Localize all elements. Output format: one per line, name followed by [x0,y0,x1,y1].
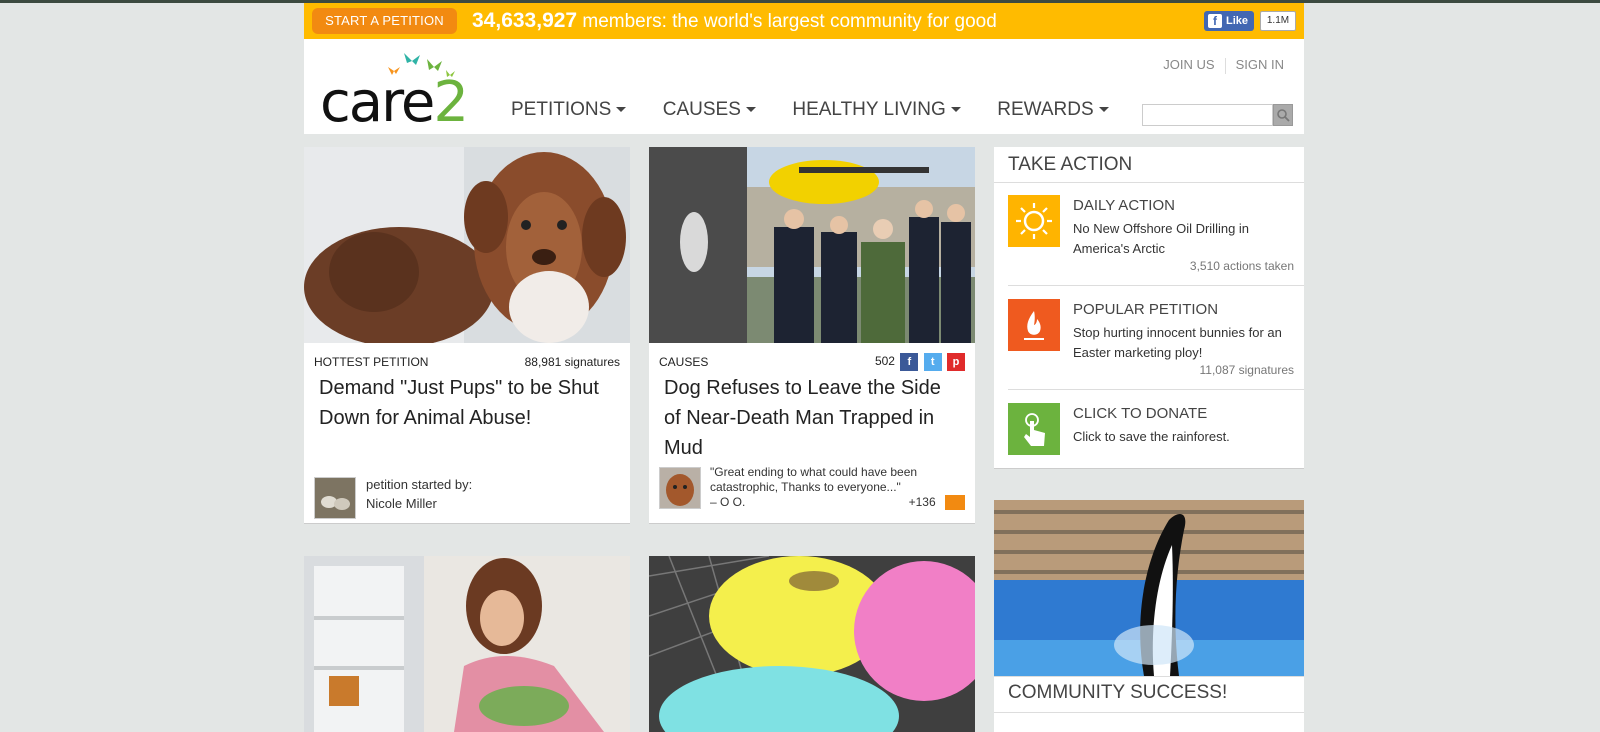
community-success-card[interactable]: COMMUNITY SUCCESS! [994,500,1304,732]
nav-rewards[interactable]: REWARDS [997,99,1109,121]
actions-taken-count: 3,510 actions taken [1189,259,1294,273]
community-success-title: COMMUNITY SUCCESS! [1008,682,1228,703]
search-button[interactable] [1273,104,1293,126]
nav-label: PETITIONS [511,99,612,120]
nav-label: CAUSES [662,99,741,120]
petition-card[interactable]: HOTTEST PETITION 88,981 signatures Deman… [304,147,630,524]
search-box [1142,104,1293,126]
promo-bar: START A PETITION 34,633,927 members: the… [304,3,1304,39]
nav-label: REWARDS [997,99,1094,120]
divider [1008,389,1304,390]
nav-petitions[interactable]: PETITIONS [511,99,627,121]
nav-healthy-living[interactable]: HEALTHY LIVING [792,99,961,121]
like-label: Like [1226,15,1249,27]
start-petition-button[interactable]: START A PETITION [312,8,457,34]
comment-count[interactable]: +136 [908,495,965,511]
click-to-donate-label: CLICK TO DONATE [1073,405,1208,422]
join-us-link[interactable]: JOIN US [1153,57,1224,72]
article-card[interactable] [649,556,975,732]
sign-in-link[interactable]: SIGN IN [1226,57,1294,72]
signature-count: 88,981 signatures [524,355,620,369]
hand-pointer-icon [1008,403,1060,455]
popular-petition-item[interactable]: POPULAR PETITION Stop hurting innocent b… [1008,299,1294,399]
card-title[interactable]: Dog Refuses to Leave the Side of Near-De… [664,373,960,463]
starter-name[interactable]: Nicole Miller [366,496,437,511]
member-banner: 34,633,927 members: the world's largest … [472,7,997,36]
eggs-image [315,478,355,518]
account-links: JOIN US SIGN IN [1153,57,1294,74]
twitter-share-icon[interactable]: t [923,353,942,371]
comment-icon [945,495,965,511]
facebook-like-button[interactable]: f Like [1204,11,1254,31]
divider [994,712,1304,713]
search-icon [1277,109,1290,122]
page-wrapper: START A PETITION 34,633,927 members: the… [304,3,1304,732]
main-nav: PETITIONS CAUSES HEALTHY LIVING REWARDS [511,99,1141,129]
chevron-down-icon [745,107,756,113]
chevron-down-icon [1098,107,1109,113]
daily-action-text[interactable]: No New Offshore Oil Drilling in America'… [1073,219,1303,259]
card-title[interactable]: Demand "Just Pups" to be Shut Down for A… [319,373,615,433]
starter-label: petition started by: [366,477,473,492]
member-count: 34,633,927 [472,9,578,32]
take-action-heading: TAKE ACTION [1008,154,1133,175]
starter-avatar [314,477,356,519]
sun-icon [1008,195,1060,247]
nav-label: HEALTHY LIVING [792,99,946,120]
share-count: 502 [874,354,895,369]
daily-action-item[interactable]: DAILY ACTION No New Offshore Oil Drillin… [1008,195,1294,295]
daily-action-label: DAILY ACTION [1073,197,1175,214]
member-tagline: members: the world's largest community f… [582,11,997,32]
site-header: care2 JOIN US SIGN IN PETITIONS CAUSES HE… [304,39,1304,134]
popular-petition-text[interactable]: Stop hurting innocent bunnies for an Eas… [1073,323,1303,363]
news-card[interactable]: CAUSES 502 f t p Dog Refuses to Leave th… [649,147,975,524]
card-category: CAUSES [659,355,709,369]
comment-quote: "Great ending to what could have been ca… [710,465,918,494]
popular-petition-label: POPULAR PETITION [1073,301,1219,318]
facebook-share-icon[interactable]: f [900,353,919,371]
petition-signature-count: 11,087 signatures [1199,363,1294,377]
woman-fridge-image [304,556,630,732]
pinterest-share-icon[interactable]: p [947,353,965,371]
care2-logo[interactable]: care2 [320,47,470,131]
chevron-down-icon [950,107,961,113]
take-action-panel: TAKE ACTION DAILY ACTION No New Offshore… [994,147,1304,469]
article-card[interactable] [304,556,630,732]
puppies-image [304,147,630,343]
divider [1008,285,1304,286]
comment-count-value: +136 [908,495,936,509]
divider [994,676,1304,677]
dog-avatar-image [660,468,700,508]
click-to-donate-item[interactable]: CLICK TO DONATE Click to save the rainfo… [1008,403,1294,503]
facebook-icon: f [1208,14,1222,28]
divider [994,182,1304,183]
comment-author: – O O. [710,495,746,509]
click-to-donate-text[interactable]: Click to save the rainforest. [1073,427,1303,447]
commenter-avatar [659,467,701,509]
like-count: 1.1M [1260,11,1296,31]
orca-image [994,500,1304,676]
rescue-team-image [649,147,975,343]
dyed-bunnies-image [649,556,975,732]
flame-icon [1008,299,1060,351]
share-count-row: 502 f t p [875,353,965,371]
search-input[interactable] [1142,104,1273,126]
card-meta: CAUSES 502 f t p [659,353,965,371]
card-meta: HOTTEST PETITION 88,981 signatures [314,353,620,371]
card-category: HOTTEST PETITION [314,355,429,369]
nav-causes[interactable]: CAUSES [663,99,756,121]
logo-wordmark: care2 [320,70,469,135]
chevron-down-icon [616,107,627,113]
